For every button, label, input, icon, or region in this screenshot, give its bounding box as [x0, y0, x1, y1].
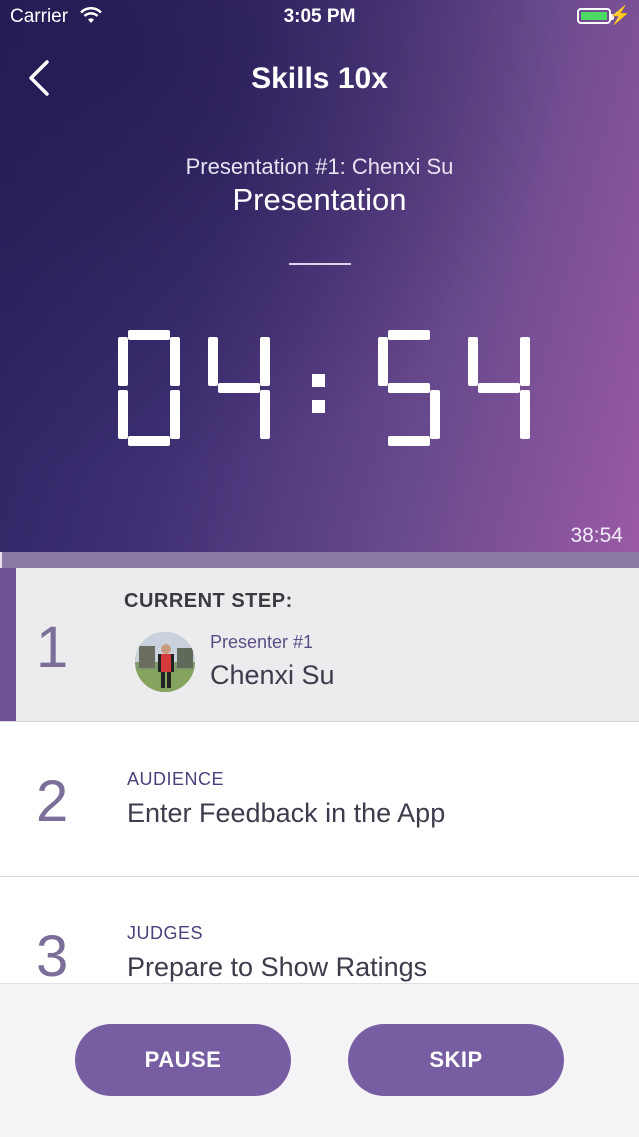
step-role: AUDIENCE — [127, 769, 225, 789]
clock: 3:05 PM — [283, 6, 356, 27]
timer-digit — [118, 330, 180, 446]
timer-digit — [378, 330, 440, 446]
elapsed-time: 38:54 — [570, 524, 623, 547]
step-number: 1 — [36, 615, 69, 680]
timer-digit — [468, 337, 530, 439]
timer-colon-dot — [312, 374, 325, 387]
step-item: 2 AUDIENCE Enter Feedback in the App — [0, 722, 639, 877]
presentation-mode: Presentation — [232, 182, 407, 217]
timer-colon-dot — [312, 400, 325, 413]
countdown-timer — [118, 330, 530, 446]
pause-button[interactable]: PAUSE — [75, 1024, 291, 1096]
status-bar: Carrier 3:05 PM ⚡ — [0, 0, 639, 34]
controls-footer: PAUSE SKIP — [0, 983, 639, 1137]
step-number: 3 — [36, 924, 69, 987]
timer-digit — [208, 337, 270, 439]
skip-button[interactable]: SKIP — [348, 1024, 564, 1096]
step-item: 3 JUDGES Prepare to Show Ratings — [0, 877, 639, 987]
current-step-indicator — [0, 568, 16, 721]
presentation-subtitle: Presentation #1: Chenxi Su — [185, 154, 454, 179]
avatar — [135, 632, 195, 692]
step-role: JUDGES — [127, 923, 204, 943]
battery-icon — [577, 8, 614, 24]
step-description: Prepare to Show Ratings — [127, 952, 428, 982]
presenter-name: Chenxi Su — [210, 660, 335, 690]
presenter-role: Presenter #1 — [210, 632, 314, 652]
progress-fill — [0, 552, 2, 568]
step-current: 1 CURRENT STEP: Presenter #1 Chenxi Su — [0, 568, 639, 722]
nav-title: Skills 10x — [251, 62, 388, 95]
step-number: 2 — [36, 769, 69, 834]
progress-bar — [0, 552, 639, 568]
current-step-label: CURRENT STEP: — [124, 590, 293, 612]
divider — [289, 263, 351, 265]
step-description: Enter Feedback in the App — [127, 798, 446, 828]
bolt-icon: ⚡ — [608, 5, 631, 25]
